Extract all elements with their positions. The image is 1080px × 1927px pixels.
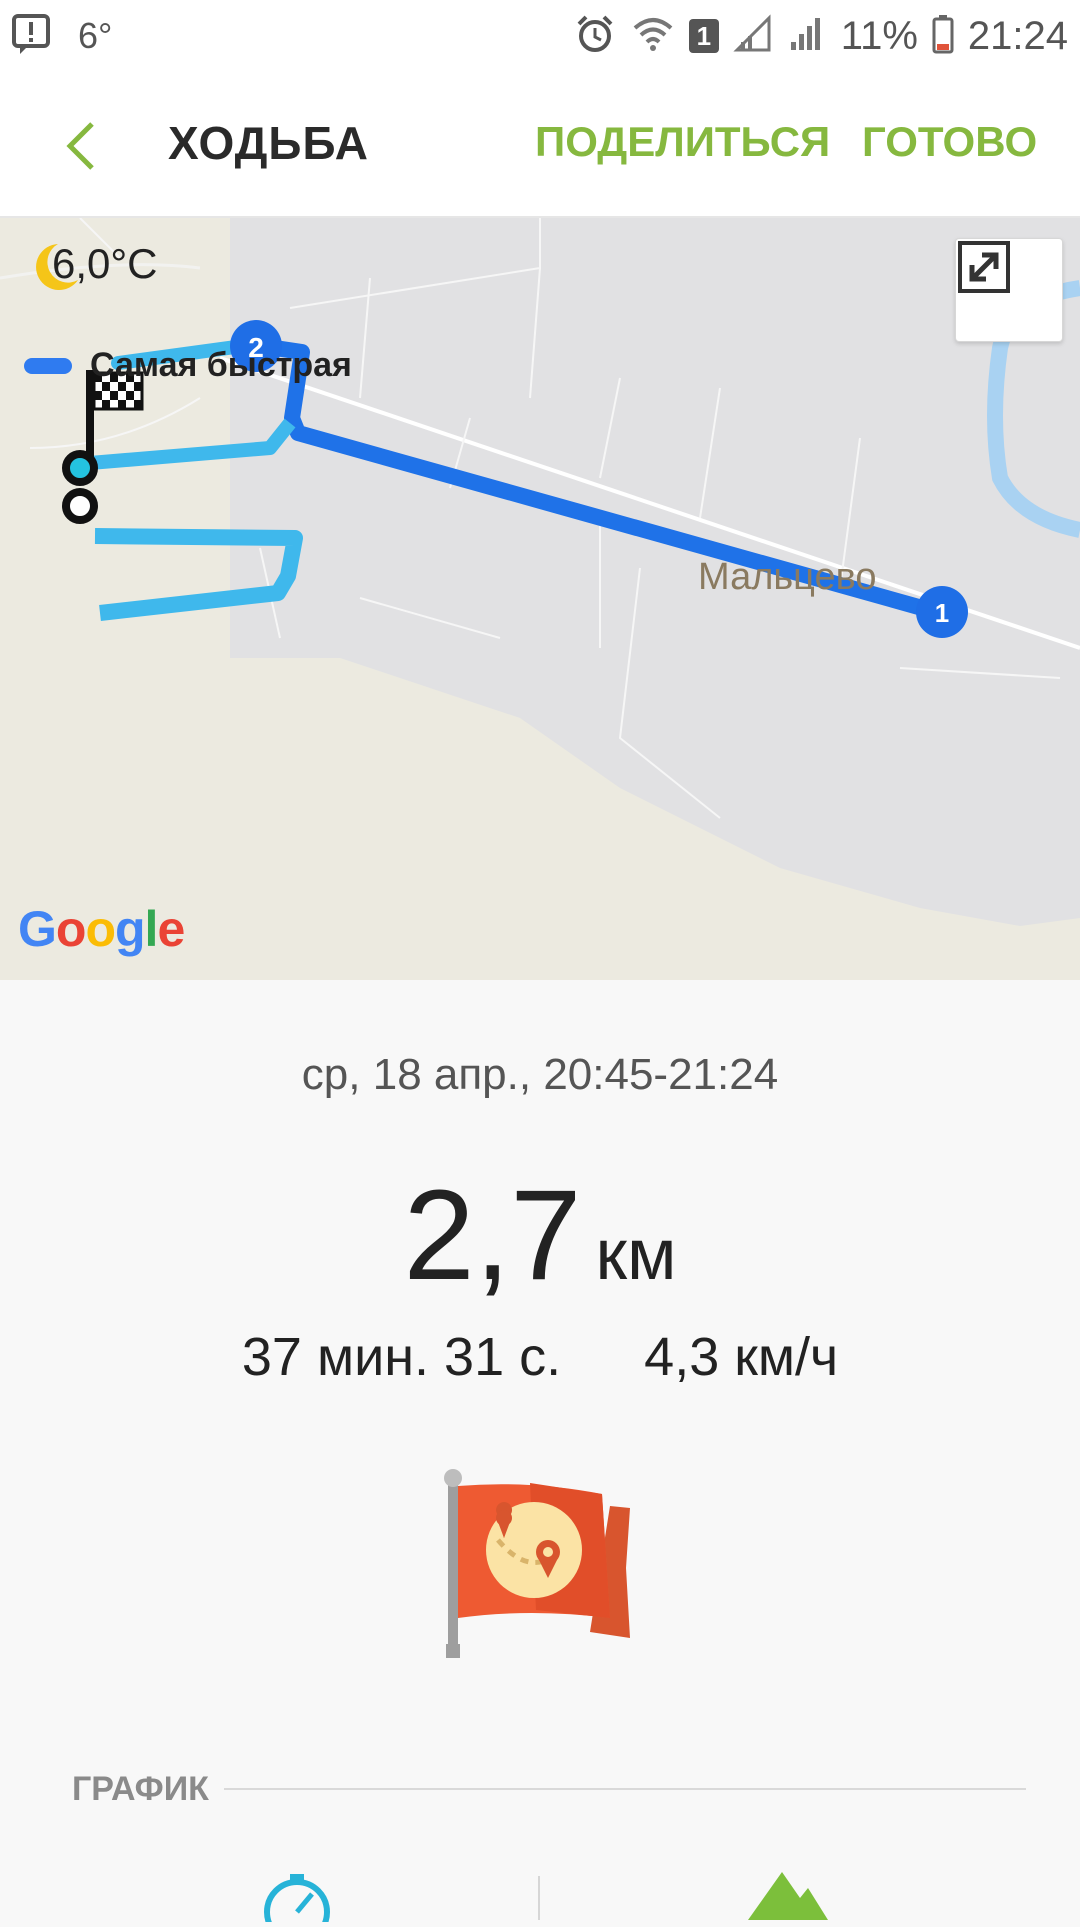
distance-value: 2,7 [403,1164,582,1307]
google-logo: Google [18,901,185,957]
signal-icon-1 [733,13,773,59]
map-canvas: 2 1 [0,218,1080,926]
tab-divider [538,1876,540,1920]
workout-date: ср, 18 апр., 20:45-21:24 [301,1050,779,1099]
back-button[interactable] [58,118,108,174]
start-marker [62,450,98,524]
status-bar: 6° 1 11% 21:24 [0,0,1080,72]
alarm-icon [573,12,617,61]
average-speed: 4,3 км/ч [644,1327,839,1387]
speed-gauge-icon[interactable] [262,1872,332,1927]
workout-stats: 37 мин. 31 с. 4,3 км/ч [0,1326,1080,1388]
graph-section-header: ГРАФИК [72,1770,209,1808]
expand-map-button[interactable] [955,238,1063,342]
clock: 21:24 [967,13,1068,58]
share-button[interactable]: ПОДЕЛИТЬСЯ [535,118,830,166]
notification-alert-icon [10,12,54,61]
section-divider [224,1788,1026,1790]
done-button[interactable]: ГОТОВО [862,118,1037,166]
battery-percent: 11% [840,13,918,58]
svg-text:1: 1 [935,598,949,628]
distance-display: 2,7 км [0,1162,1080,1309]
status-temperature: 6° [78,15,113,56]
weather-info: 6,0°C [28,240,158,290]
app-bar: ХОДЬБА ПОДЕЛИТЬСЯ ГОТОВО [0,72,1080,218]
sim-badge: 1 [688,19,719,53]
distance-unit: км [595,1215,677,1295]
wifi-icon [631,14,675,59]
elevation-icon[interactable] [748,1868,828,1925]
route-flag-icon[interactable] [440,1468,640,1673]
signal-icon-2 [787,14,827,59]
waypoint-marker-1[interactable]: 1 [916,586,968,638]
route-legend: Самая быстрая [24,346,352,385]
duration: 37 мин. 31 с. [241,1327,562,1387]
battery-icon [932,14,954,59]
legend-swatch [24,357,72,374]
place-label: Мальцево [698,556,877,598]
route-map[interactable]: 2 1 6,0°C Самая быстрая Мальцево Google [0,218,1080,980]
legend-label: Самая быстрая [90,346,352,384]
page-title: ХОДЬБА [168,117,370,169]
